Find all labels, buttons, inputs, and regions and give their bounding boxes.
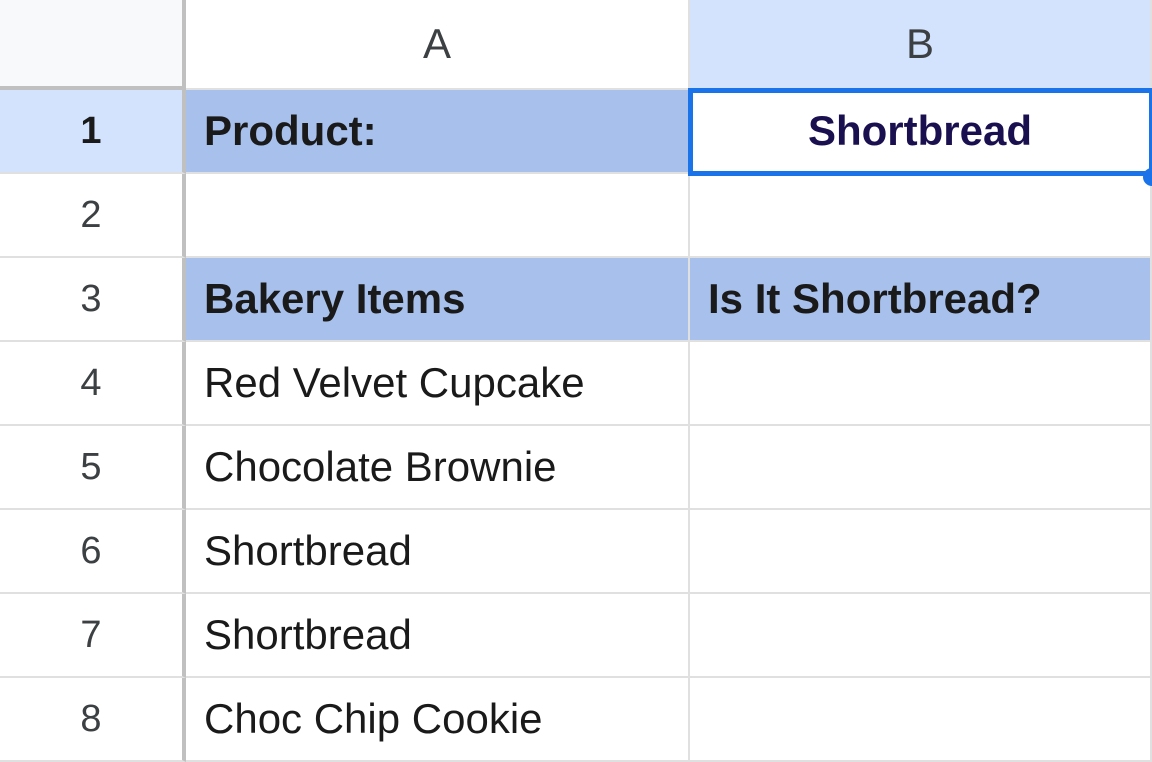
spreadsheet-grid: A B 1 Product: Shortbread 2 3 Bakery Ite… bbox=[0, 0, 1152, 762]
cell-A5[interactable]: Chocolate Brownie bbox=[186, 426, 690, 510]
cell-A4[interactable]: Red Velvet Cupcake bbox=[186, 342, 690, 426]
cell-A1[interactable]: Product: bbox=[186, 90, 690, 174]
row-header-6[interactable]: 6 bbox=[0, 510, 186, 594]
row-header-1[interactable]: 1 bbox=[0, 90, 186, 174]
row-header-7[interactable]: 7 bbox=[0, 594, 186, 678]
select-all-corner[interactable] bbox=[0, 0, 186, 90]
column-header-A[interactable]: A bbox=[186, 0, 690, 90]
cell-A8[interactable]: Choc Chip Cookie bbox=[186, 678, 690, 762]
row-header-2[interactable]: 2 bbox=[0, 174, 186, 258]
cell-B3[interactable]: Is It Shortbread? bbox=[690, 258, 1152, 342]
cell-A7[interactable]: Shortbread bbox=[186, 594, 690, 678]
row-header-8[interactable]: 8 bbox=[0, 678, 186, 762]
cell-A2[interactable] bbox=[186, 174, 690, 258]
cell-B4[interactable] bbox=[690, 342, 1152, 426]
cell-B5[interactable] bbox=[690, 426, 1152, 510]
cell-B8[interactable] bbox=[690, 678, 1152, 762]
row-header-3[interactable]: 3 bbox=[0, 258, 186, 342]
cell-B7[interactable] bbox=[690, 594, 1152, 678]
cell-B1[interactable]: Shortbread bbox=[690, 90, 1152, 174]
cell-A6[interactable]: Shortbread bbox=[186, 510, 690, 594]
cell-A3[interactable]: Bakery Items bbox=[186, 258, 690, 342]
row-header-4[interactable]: 4 bbox=[0, 342, 186, 426]
column-header-B[interactable]: B bbox=[690, 0, 1152, 90]
cell-B6[interactable] bbox=[690, 510, 1152, 594]
row-header-5[interactable]: 5 bbox=[0, 426, 186, 510]
cell-B2[interactable] bbox=[690, 174, 1152, 258]
